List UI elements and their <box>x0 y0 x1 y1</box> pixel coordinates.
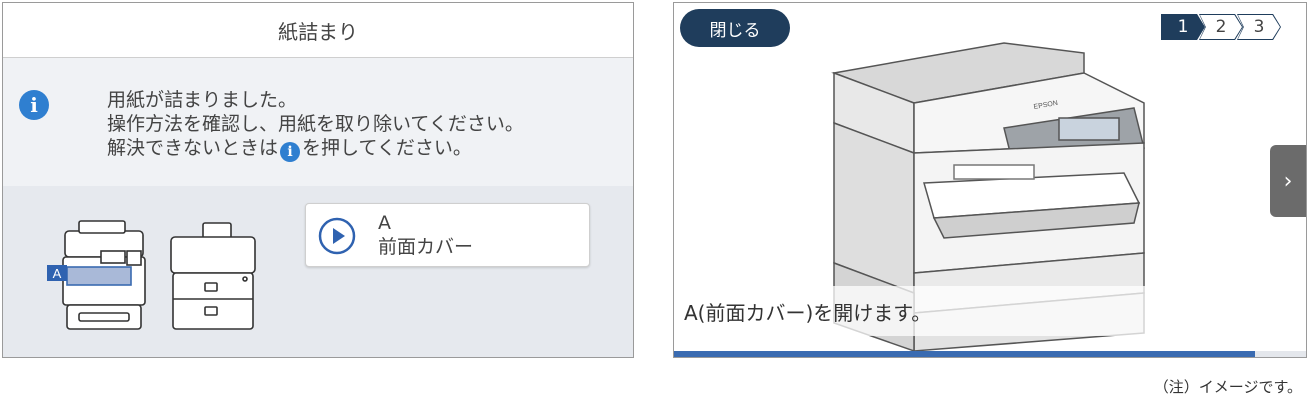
play-icon <box>318 217 356 255</box>
page-title: 紙詰まり <box>3 3 633 58</box>
guide-label-letter: A <box>378 212 391 234</box>
message-line-1: 用紙が詰まりました。 <box>107 89 298 111</box>
printer-rear-icon <box>170 222 256 330</box>
instruction-panel: EPSON 閉じる 1 2 3 › A(前面カバー)を開けます。 <box>673 2 1307 358</box>
front-cover-guide-button[interactable]: A 前面カバー <box>305 203 590 267</box>
step-1[interactable]: 1 <box>1161 14 1205 40</box>
close-button[interactable]: 閉じる <box>680 9 790 47</box>
message-area: i 用紙が詰まりました。 操作方法を確認し、用紙を取り除いてください。 解決でき… <box>3 58 633 186</box>
message-line-3-before: 解決できないときは <box>107 137 279 159</box>
jam-screen-panel: 紙詰まり i 用紙が詰まりました。 操作方法を確認し、用紙を取り除いてください。… <box>2 2 634 358</box>
chevron-right-icon: › <box>1283 168 1293 194</box>
next-step-button[interactable]: › <box>1270 145 1306 217</box>
caption-bar: A(前面カバー)を開けます。 <box>674 286 1306 336</box>
info-icon: i <box>19 90 49 120</box>
step-3[interactable]: 3 <box>1237 14 1281 40</box>
step-indicator: 1 2 3 <box>1161 14 1281 40</box>
help-info-icon: i <box>280 142 301 162</box>
image-note: （注）イメージです。 <box>1153 378 1302 396</box>
message-line-2: 操作方法を確認し、用紙を取り除いてください。 <box>107 113 524 135</box>
printer-diagram: A <box>47 220 256 330</box>
progress-bar <box>674 351 1306 357</box>
step-2[interactable]: 2 <box>1199 14 1243 40</box>
message-line-3: 解決できないときは i を押してください。 <box>107 136 524 162</box>
guide-label-name: 前面カバー <box>378 236 474 258</box>
thumb-label-a: A <box>53 266 62 281</box>
message-line-3-after: を押してください。 <box>302 137 472 159</box>
error-message: 用紙が詰まりました。 操作方法を確認し、用紙を取り除いてください。 解決できない… <box>107 88 524 162</box>
caption-text: A(前面カバー)を開けます。 <box>684 301 932 325</box>
progress-fill <box>674 351 1256 357</box>
printer-front-icon <box>62 220 146 330</box>
guide-label: A 前面カバー <box>378 211 473 259</box>
